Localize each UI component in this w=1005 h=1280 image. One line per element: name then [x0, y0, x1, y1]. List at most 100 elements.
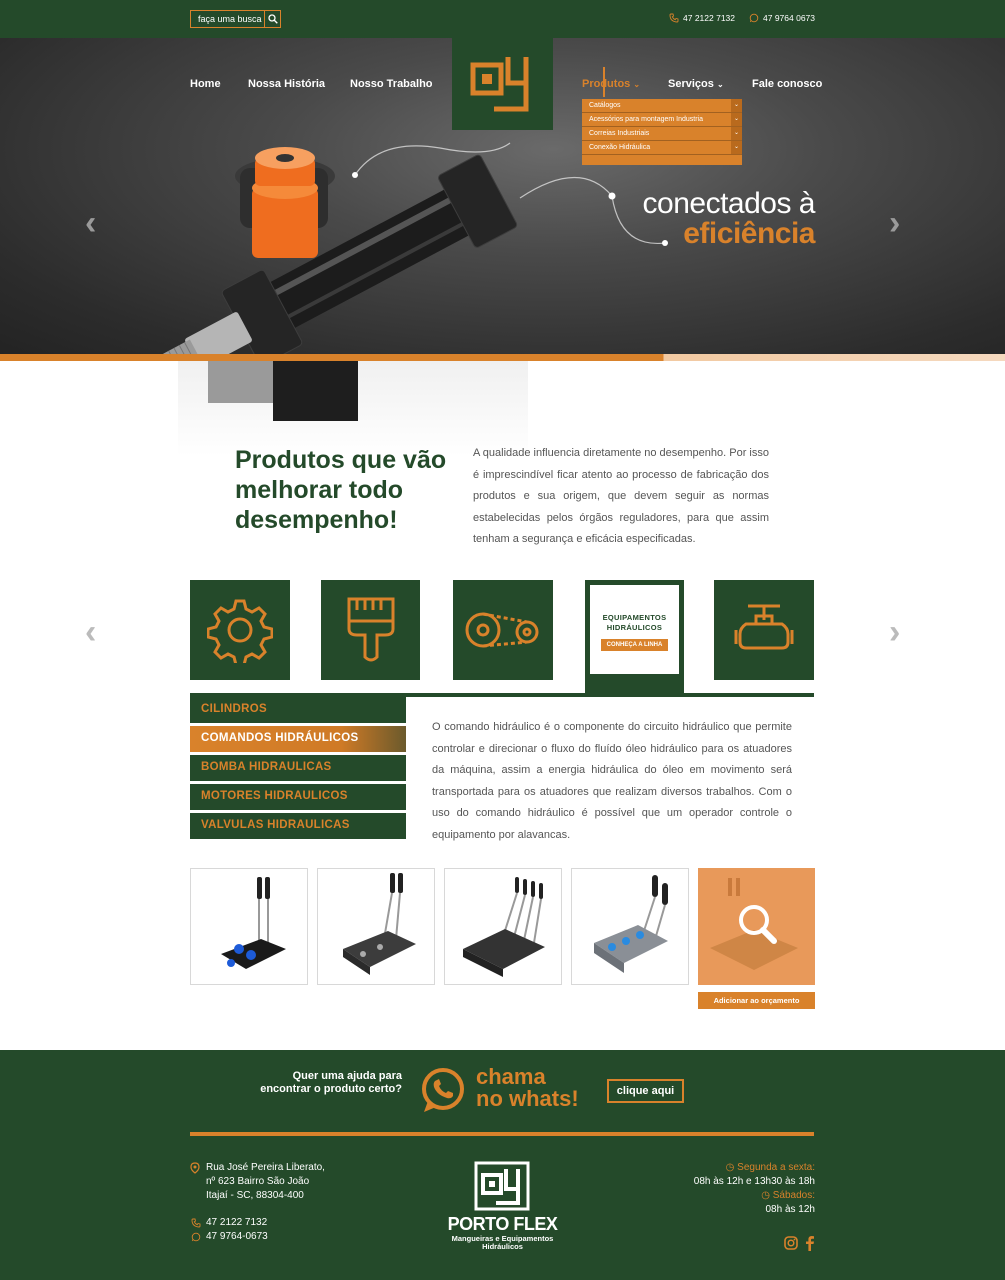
category-tile-hydraulic-equipment[interactable]: EQUIPAMENTOS HIDRÁULICOS CONHEÇA A LINHA — [585, 580, 684, 693]
top-bar: 47 2122 7132 47 9764 0673 — [0, 0, 1005, 38]
intro-title: Produtos que vão melhorar todo desempenh… — [235, 446, 447, 534]
chevron-down-icon[interactable]: ⌄ — [731, 141, 742, 154]
dropdown-item-label: Conexão Hidráulica — [589, 144, 651, 151]
clock-icon: ◷ — [725, 1162, 735, 1173]
nav-servicos[interactable]: Serviços ⌄ — [668, 78, 724, 90]
whatsapp-icon — [749, 13, 759, 23]
search-input[interactable] — [191, 11, 264, 27]
gear-icon — [207, 599, 273, 663]
hero-title-line2: eficiência — [683, 217, 815, 250]
footer-rule — [190, 1132, 814, 1136]
clock-icon: ◷ — [761, 1190, 770, 1201]
dropdown-item-label: Correias Industriais — [589, 130, 650, 137]
top-whatsapp-text: 47 9764 0673 — [763, 13, 815, 23]
category-next-arrow[interactable]: › — [889, 615, 900, 649]
category-prev-arrow[interactable]: ‹ — [85, 615, 96, 649]
chevron-down-icon[interactable]: ⌄ — [731, 127, 742, 140]
product-image — [221, 877, 286, 969]
top-phones: 47 2122 7132 47 9764 0673 — [669, 13, 815, 23]
top-phone-text: 47 2122 7132 — [683, 13, 735, 23]
dropdown-item-acessorios[interactable]: Acessórios para montagem Industria ⌄ — [582, 113, 742, 127]
subcategory-valvulas[interactable]: VALVULAS HIDRAULICAS — [190, 813, 406, 842]
dropdown-item-conexao[interactable]: Conexão Hidráulica ⌄ — [582, 141, 742, 155]
product-card[interactable] — [190, 868, 308, 985]
hero-title-line1: conectados à — [642, 187, 816, 220]
chevron-down-icon[interactable]: ⌄ — [731, 113, 742, 126]
category-tile-accessories[interactable] — [321, 580, 420, 680]
site-logo[interactable] — [452, 38, 553, 130]
subcategory-cilindros[interactable]: CILINDROS — [190, 697, 406, 726]
logo-mark-icon — [470, 57, 528, 112]
whatsapp-cta-line2: no whats! — [476, 1086, 579, 1111]
active-tile-cta[interactable]: CONHEÇA A LINHA — [600, 639, 669, 651]
subcategory-motores[interactable]: MOTORES HIDRAULICOS — [190, 784, 406, 813]
category-tile-valves[interactable] — [714, 580, 814, 680]
search-box — [190, 10, 281, 28]
nav-indicator — [603, 67, 605, 97]
subcategory-description: O comando hidráulico é o componente do c… — [432, 721, 792, 841]
brand-sub-line2: Hidráulicos — [482, 1242, 523, 1251]
belt-pulley-icon — [465, 612, 539, 648]
footer-brand-subtitle: Mangueiras e Equipamentos Hidráulicos — [430, 1235, 575, 1251]
active-tile-title: EQUIPAMENTOS HIDRÁULICOS — [602, 613, 667, 632]
address-line2: nº 623 Bairro São João — [206, 1176, 310, 1187]
add-to-quote-button[interactable]: Adicionar ao orçamento — [698, 992, 815, 1009]
nav-produtos-label: Produtos — [582, 78, 631, 90]
product-card[interactable] — [571, 868, 689, 985]
whatsapp-icon — [191, 1232, 201, 1242]
footer-brand: PORTO FLEX — [447, 1214, 558, 1234]
hero-image-shadow — [178, 361, 528, 456]
hours-label-saturday: ◷ Sábados: — [694, 1189, 815, 1203]
nav-historia[interactable]: Nossa História — [248, 78, 325, 90]
category-tile-belts[interactable] — [453, 580, 553, 680]
valve-icon — [734, 604, 794, 650]
top-whatsapp[interactable]: 47 9764 0673 — [749, 13, 815, 23]
dropdown-item-correias[interactable]: Correias Industriais ⌄ — [582, 127, 742, 141]
product-image — [463, 877, 545, 977]
hero-divider — [0, 354, 1005, 361]
address-line1: Rua José Pereira Liberato, — [206, 1162, 325, 1173]
footer-hours: ◷ Segunda a sexta: 08h às 12h e 13h30 às… — [694, 1161, 815, 1217]
facebook-icon[interactable] — [805, 1235, 815, 1251]
whatsapp-icon[interactable] — [419, 1067, 467, 1115]
whatsapp-button[interactable]: clique aqui — [607, 1079, 684, 1103]
hours-saturday: 08h às 12h — [765, 1204, 816, 1215]
nav-trabalho[interactable]: Nosso Trabalho — [350, 78, 433, 90]
product-image — [594, 875, 668, 973]
active-tile-content: EQUIPAMENTOS HIDRÁULICOS CONHEÇA A LINHA — [590, 585, 679, 674]
nav-home[interactable]: Home — [190, 78, 221, 90]
dropdown-item-label: Catálogos — [589, 102, 621, 109]
product-card[interactable] — [444, 868, 562, 985]
footer-whatsapp[interactable]: 47 9764-0673 — [206, 1231, 268, 1242]
phone-icon — [669, 13, 679, 23]
location-pin-icon — [190, 1162, 200, 1174]
address-line3: Itajaí - SC, 88304-400 — [206, 1190, 304, 1201]
footer-phone[interactable]: 47 2122 7132 — [206, 1217, 267, 1228]
product-image — [343, 873, 416, 975]
phone-icon — [191, 1218, 201, 1228]
hero-next-arrow[interactable]: › — [889, 206, 900, 240]
instagram-icon[interactable] — [784, 1236, 798, 1250]
produtos-dropdown: Catálogos ⌄ Acessórios para montagem Indu… — [582, 99, 742, 165]
hero-prev-arrow[interactable]: ‹ — [85, 206, 96, 240]
product-card[interactable] — [317, 868, 435, 985]
intro-text: A qualidade influencia diretamente no de… — [473, 447, 769, 545]
nav-contato[interactable]: Fale conosco — [752, 78, 822, 90]
nav-produtos[interactable]: Produtos ⌄ — [582, 78, 640, 90]
whatsapp-cta: chama no whats! — [476, 1066, 579, 1110]
dropdown-item-catalogos[interactable]: Catálogos ⌄ — [582, 99, 742, 113]
product-card-highlighted[interactable] — [698, 868, 815, 985]
hours-label-weekdays-text: Segunda a sexta: — [737, 1162, 815, 1173]
subcategory-bombas[interactable]: BOMBA HIDRAULICAS — [190, 755, 406, 784]
chevron-down-icon[interactable]: ⌄ — [731, 99, 742, 112]
hours-weekdays: 08h às 12h e 13h30 às 18h — [693, 1176, 815, 1187]
paintbrush-icon — [347, 597, 394, 662]
search-icon — [267, 14, 278, 24]
dropdown-item-label: Acessórios para montagem Industria — [589, 116, 703, 123]
footer-help-text: Quer uma ajuda para encontrar o produto … — [260, 1070, 402, 1095]
search-button[interactable] — [264, 11, 280, 27]
chevron-down-icon: ⌄ — [633, 80, 641, 89]
subcategory-comandos[interactable]: COMANDOS HIDRÁULICOS — [190, 726, 406, 755]
top-phone[interactable]: 47 2122 7132 — [669, 13, 735, 23]
category-tile-cylinders[interactable] — [190, 580, 290, 680]
